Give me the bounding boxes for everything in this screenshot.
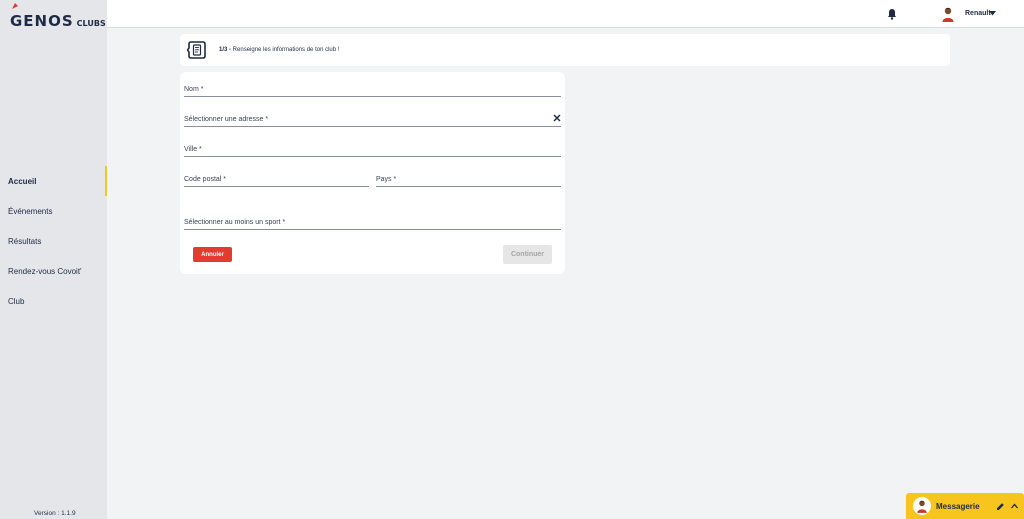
messaging-widget[interactable]: Messagerie xyxy=(906,493,1024,519)
document-icon xyxy=(187,41,206,59)
code-postal-label: Code postal * xyxy=(184,176,227,183)
nom-label: Nom * xyxy=(184,86,204,93)
sidebar-item-club[interactable]: Club xyxy=(0,286,107,316)
pays-field[interactable]: Pays * xyxy=(376,170,561,187)
sidebar-item-covoit[interactable]: Rendez-vous Covoit' xyxy=(0,256,107,286)
logo-mark-icon xyxy=(12,3,18,9)
top-bar: Renault xyxy=(107,0,1024,28)
close-icon[interactable] xyxy=(553,114,561,122)
logo-text: GENOS xyxy=(10,12,74,30)
nom-field[interactable]: Nom * xyxy=(184,80,561,97)
continue-button[interactable]: Continuer xyxy=(503,245,552,264)
sidebar-nav: Accueil Événements Résultats Rendez-vous… xyxy=(0,166,107,316)
caret-down-icon[interactable] xyxy=(989,11,996,16)
sport-select[interactable]: Sélectionner au moins un sport * xyxy=(184,213,561,230)
pays-label: Pays * xyxy=(376,176,397,183)
chevron-up-icon[interactable] xyxy=(1011,503,1018,509)
sidebar: GENOS CLUBS Accueil Événements Résultats… xyxy=(0,0,107,519)
sidebar-item-accueil[interactable]: Accueil xyxy=(0,166,107,196)
bell-icon[interactable] xyxy=(886,8,898,20)
ville-label: Ville * xyxy=(184,146,202,153)
club-form: Nom * Sélectionner une adresse * Ville *… xyxy=(180,72,565,274)
avatar-icon xyxy=(917,500,927,513)
app-version: Version : 1.1.9 xyxy=(34,510,76,517)
sport-label: Sélectionner au moins un sport * xyxy=(184,219,286,226)
user-name[interactable]: Renault xyxy=(965,10,991,17)
step-text: Renseigne les informations de ton club ! xyxy=(231,47,340,53)
step-description: 1/3 - Renseigne les informations de ton … xyxy=(219,47,339,53)
app-logo[interactable]: GENOS CLUBS xyxy=(10,3,106,30)
step-banner: 1/3 - Renseigne les informations de ton … xyxy=(180,34,950,66)
messaging-label: Messagerie xyxy=(936,501,980,511)
messaging-avatar xyxy=(913,497,931,515)
logo-subtext: CLUBS xyxy=(76,19,106,28)
ville-field[interactable]: Ville * xyxy=(184,140,561,157)
avatar[interactable] xyxy=(941,6,955,22)
adresse-field[interactable]: Sélectionner une adresse * xyxy=(184,110,561,127)
step-number: 1/3 - xyxy=(219,47,232,53)
pencil-icon[interactable] xyxy=(996,502,1005,511)
cancel-button[interactable]: Annuler xyxy=(193,247,232,262)
sidebar-item-resultats[interactable]: Résultats xyxy=(0,226,107,256)
adresse-label: Sélectionner une adresse * xyxy=(184,116,269,123)
code-postal-field[interactable]: Code postal * xyxy=(184,170,369,187)
sidebar-item-evenements[interactable]: Événements xyxy=(0,196,107,226)
